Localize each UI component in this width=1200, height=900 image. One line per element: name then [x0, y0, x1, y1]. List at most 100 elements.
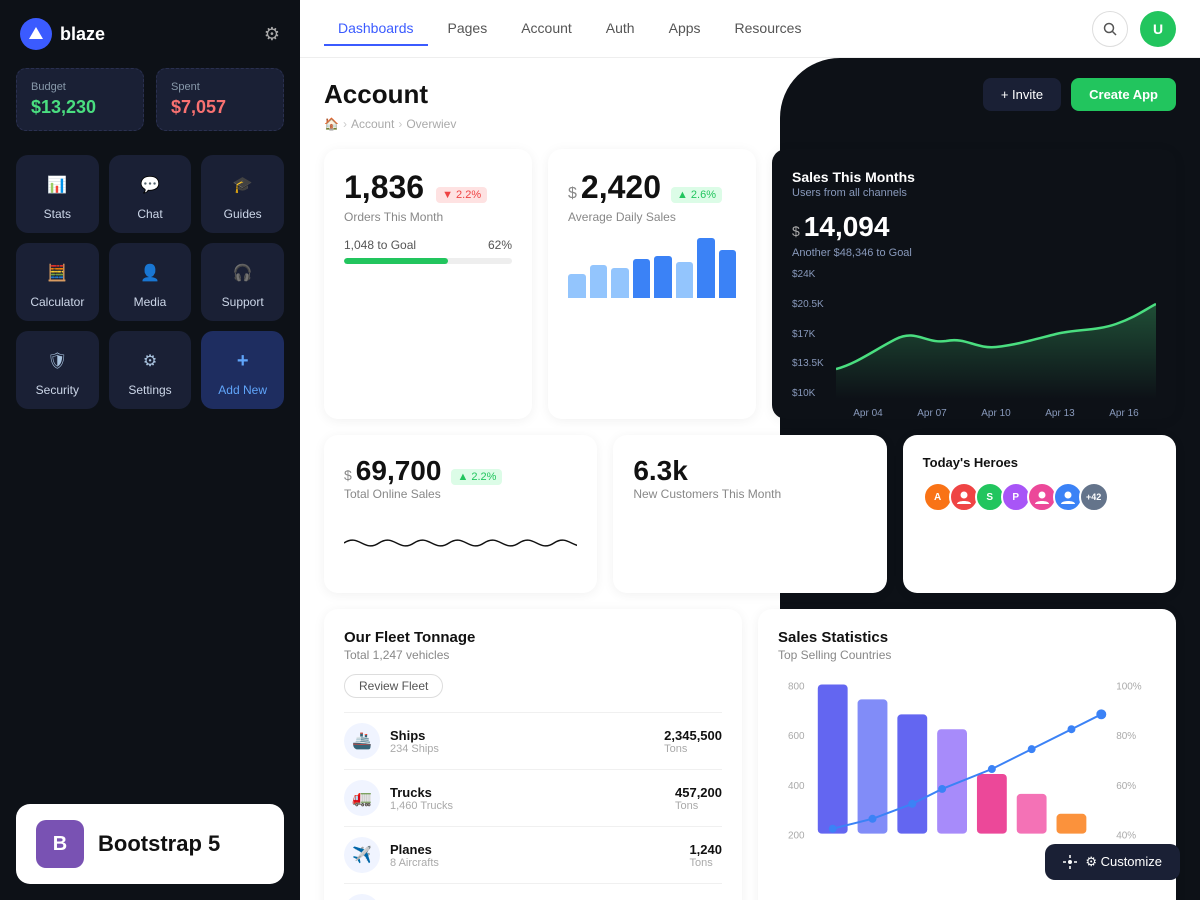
- nav-link-account[interactable]: Account: [507, 12, 586, 46]
- chart-x-labels: Apr 04 Apr 07 Apr 10 Apr 13 Apr 16: [836, 408, 1156, 419]
- breadcrumb-account[interactable]: Account: [351, 117, 394, 131]
- nav-item-settings[interactable]: ⚙ Settings: [109, 331, 192, 409]
- nav-item-stats[interactable]: 📊 Stats: [16, 155, 99, 233]
- settings-icon: ⚙: [136, 347, 164, 375]
- heroes-row: A S P +42: [923, 482, 1156, 512]
- svg-text:400: 400: [788, 781, 805, 792]
- nav-link-resources[interactable]: Resources: [721, 12, 816, 46]
- hero-avatar-count: +42: [1079, 482, 1109, 512]
- nav-item-calculator[interactable]: 🧮 Calculator: [16, 243, 99, 321]
- wave-chart: [344, 513, 577, 573]
- menu-icon[interactable]: ⚙: [264, 24, 280, 45]
- trucks-val: 457,200: [675, 785, 722, 800]
- bootstrap-card: B Bootstrap 5: [16, 804, 284, 884]
- calculator-icon: 🧮: [43, 259, 71, 287]
- planes-name: Planes: [390, 842, 689, 857]
- search-button[interactable]: [1092, 11, 1128, 47]
- fleet-title: Our Fleet Tonnage: [344, 629, 722, 646]
- new-customers-number: 6.3k: [633, 455, 688, 486]
- media-icon: 👤: [136, 259, 164, 287]
- daily-sales-card: $ 2,420 ▲ 2.6% Average Daily Sales: [548, 149, 756, 419]
- customize-button[interactable]: ⚙ Customize: [1045, 844, 1180, 880]
- nav-link-pages[interactable]: Pages: [434, 12, 502, 46]
- nav-item-support[interactable]: 🎧 Support: [201, 243, 284, 321]
- ships-val: 2,345,500: [664, 728, 722, 743]
- orders-label: Orders This Month: [344, 210, 512, 224]
- mini-bar-chart: [568, 238, 736, 298]
- chart-y-labels: $24K $20.5K $17K $13.5K $10K: [792, 269, 824, 399]
- online-sales-badge: ▲ 2.2%: [451, 469, 502, 485]
- sales-month-card: Sales This Months Users from all channel…: [772, 149, 1176, 419]
- trucks-unit: Tons: [675, 800, 722, 812]
- svg-text:800: 800: [788, 681, 805, 692]
- nav-label-security: Security: [36, 383, 79, 397]
- ships-unit: Tons: [664, 743, 722, 755]
- ships-icon: 🚢: [344, 723, 380, 759]
- trains-icon: 🚂: [344, 894, 380, 900]
- nav-item-guides[interactable]: 🎓 Guides: [201, 155, 284, 233]
- support-icon: 🎧: [229, 259, 257, 287]
- main-content: Dashboards Pages Account Auth Apps Resou…: [300, 0, 1200, 900]
- nav-item-security[interactable]: 🛡 Security: [16, 331, 99, 409]
- sales-month-title: Sales This Months: [792, 169, 1156, 185]
- planes-sub: 8 Aircrafts: [390, 857, 689, 869]
- bar-8: [719, 250, 737, 298]
- online-sales-number: 69,700: [356, 455, 442, 487]
- wave-svg: [344, 513, 577, 573]
- create-app-button[interactable]: Create App: [1071, 78, 1176, 111]
- bar-3: [611, 268, 629, 298]
- sidebar-logo: blaze: [20, 18, 105, 50]
- nav-link-dashboards[interactable]: Dashboards: [324, 12, 428, 46]
- nav-item-chat[interactable]: 💬 Chat: [109, 155, 192, 233]
- stats-grid-row1: 1,836 ▼ 2.2% Orders This Month 1,048 to …: [324, 149, 1176, 419]
- nav-label-stats: Stats: [44, 207, 71, 221]
- fleet-row-ships: 🚢 Ships 234 Ships 2,345,500 Tons: [344, 712, 722, 769]
- header-actions: + Invite Create App: [983, 78, 1176, 111]
- nav-label-chat: Chat: [137, 207, 162, 221]
- sales-line-chart-svg: [836, 269, 1156, 399]
- nav-label-add-new: Add New: [218, 383, 267, 397]
- sales-month-goal: Another $48,346 to Goal: [792, 247, 1156, 259]
- top-nav-links: Dashboards Pages Account Auth Apps Resou…: [324, 12, 815, 46]
- budget-card: Budget $13,230: [16, 68, 144, 131]
- ships-name: Ships: [390, 728, 664, 743]
- nav-label-guides: Guides: [224, 207, 262, 221]
- planes-icon: ✈️: [344, 837, 380, 873]
- orders-badge: ▼ 2.2%: [436, 187, 487, 203]
- sales-stats-sub: Top Selling Countries: [778, 648, 1156, 662]
- breadcrumb-home[interactable]: 🏠: [324, 117, 339, 131]
- page-title: Account: [324, 79, 428, 110]
- budget-label: Budget: [31, 81, 129, 93]
- nav-item-media[interactable]: 👤 Media: [109, 243, 192, 321]
- daily-sales-label: Average Daily Sales: [568, 210, 736, 224]
- fleet-card: Our Fleet Tonnage Total 1,247 vehicles R…: [324, 609, 742, 900]
- sales-month-sub: Users from all channels: [792, 187, 1156, 199]
- nav-item-add-new[interactable]: + Add New: [201, 331, 284, 409]
- planes-val: 1,240: [689, 842, 722, 857]
- bootstrap-logo: B: [36, 820, 84, 868]
- new-customers-label: New Customers This Month: [633, 487, 866, 501]
- progress-fill: [344, 258, 448, 264]
- sidebar-header: blaze ⚙: [0, 0, 300, 68]
- trucks-icon: 🚛: [344, 780, 380, 816]
- nav-link-auth[interactable]: Auth: [592, 12, 649, 46]
- svg-text:80%: 80%: [1116, 731, 1136, 742]
- spent-value: $7,057: [171, 97, 269, 118]
- fleet-row-planes: ✈️ Planes 8 Aircrafts 1,240 Tons: [344, 826, 722, 883]
- bar-7: [697, 238, 715, 298]
- invite-button[interactable]: + Invite: [983, 78, 1061, 111]
- review-fleet-btn[interactable]: Review Fleet: [344, 674, 443, 698]
- user-avatar[interactable]: U: [1140, 11, 1176, 47]
- nav-link-apps[interactable]: Apps: [655, 12, 715, 46]
- sales-chart: $24K $20.5K $17K $13.5K $10K: [792, 269, 1156, 399]
- planes-unit: Tons: [689, 857, 722, 869]
- budget-row: Budget $13,230 Spent $7,057: [0, 68, 300, 147]
- sales-stats-title: Sales Statistics: [778, 629, 1156, 646]
- bootstrap-title: Bootstrap 5: [98, 831, 220, 857]
- chat-icon: 💬: [136, 171, 164, 199]
- progress-bar: [344, 258, 512, 264]
- orders-number: 1,836: [344, 169, 424, 206]
- online-sales-card: $ 69,700 ▲ 2.2% Total Online Sales: [324, 435, 597, 593]
- nav-label-calculator: Calculator: [30, 295, 84, 309]
- svg-text:600: 600: [788, 731, 805, 742]
